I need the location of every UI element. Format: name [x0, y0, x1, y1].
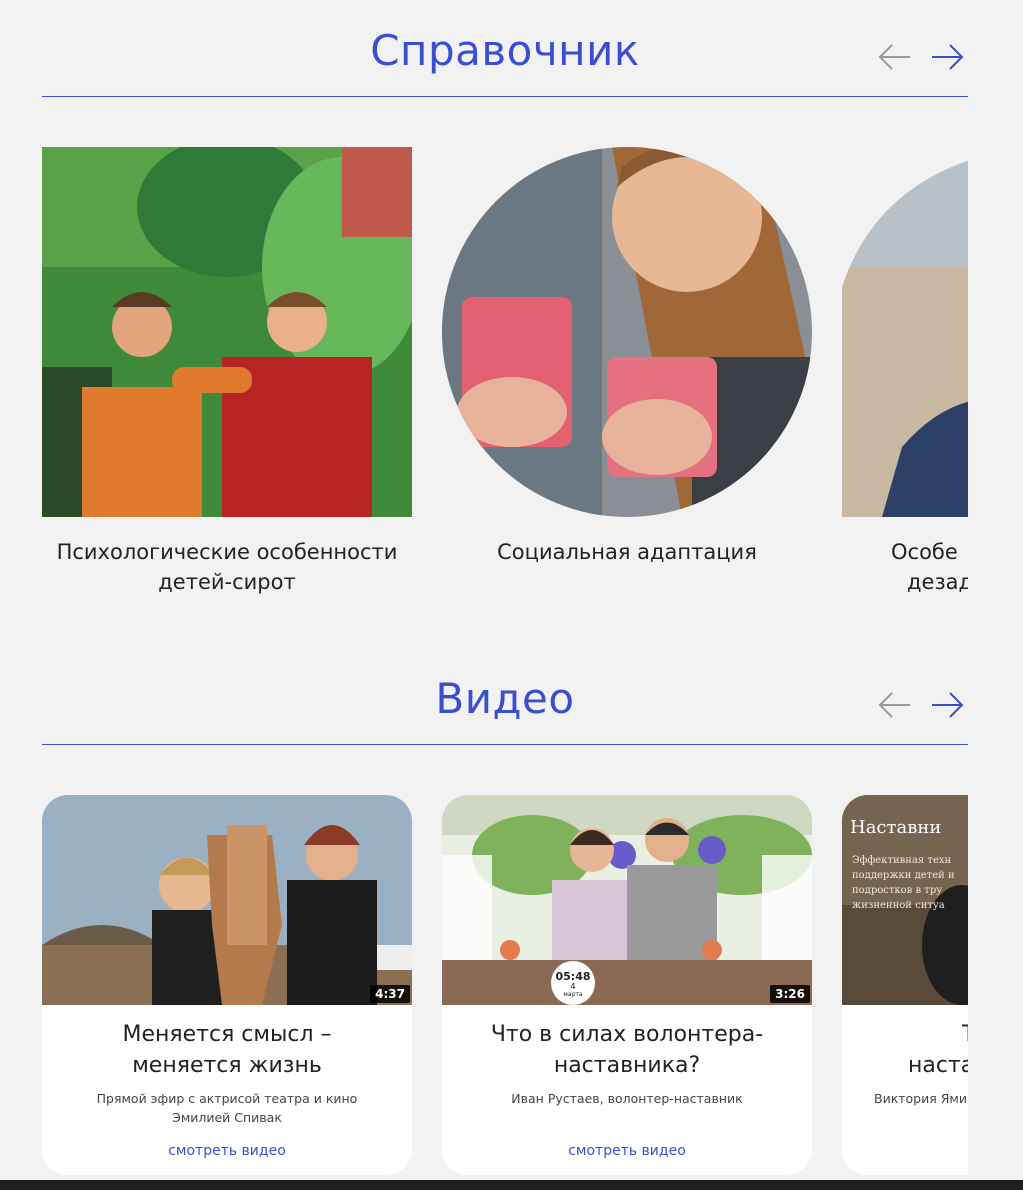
video-nav — [876, 690, 966, 720]
video-thumbnail[interactable]: 05:48 4 марта 3:26 — [442, 795, 812, 1005]
video-card-subtitle: Иван Рустаев, волонтер-наставник — [511, 1091, 743, 1106]
reference-section-header: Справочник — [42, 20, 968, 97]
reference-card[interactable]: Социальная адаптация — [442, 147, 812, 567]
reference-card[interactable]: Психологические особенности детей-сирот — [42, 147, 412, 597]
reference-card-caption: Социальная адаптация — [497, 540, 757, 564]
video-card-title: Т наста — [908, 1022, 968, 1078]
video-thumbnail[interactable]: 4:37 — [42, 795, 412, 1005]
video-duration-badge: 4:37 — [370, 985, 410, 1003]
tv-clock-date: 4 — [570, 982, 576, 991]
video-card-title: Меняется смысл – меняется жизнь — [122, 1022, 332, 1078]
reference-carousel: Психологические особенности детей-сирот — [42, 147, 968, 607]
video-thumb-title: Наставни — [850, 817, 942, 838]
video-duration-badge: 3:26 — [770, 985, 810, 1003]
reference-card-caption: детей-сирот — [158, 570, 296, 594]
video-section-header: Видео — [42, 668, 968, 745]
reference-prev-arrow-icon[interactable] — [876, 42, 912, 72]
reference-card-image — [42, 147, 412, 517]
video-card-subtitle: Прямой эфир с актрисой театра и кино Эми… — [96, 1091, 358, 1125]
reference-nav — [876, 42, 966, 72]
watch-video-link[interactable]: смотреть видео — [442, 1143, 812, 1159]
reference-card-image — [842, 147, 968, 517]
os-taskbar — [0, 1180, 1023, 1190]
reference-card-caption: Особе — [891, 540, 958, 564]
video-thumbnail[interactable]: Наставни Эффективная техн поддержки дете… — [842, 795, 968, 1005]
video-section-title: Видео — [435, 674, 575, 723]
video-next-arrow-icon[interactable] — [930, 690, 966, 720]
reference-card-caption: Психологические особенности — [56, 540, 398, 564]
video-card[interactable]: 4:37 Меняется смысл – меняется жизнь Пря… — [42, 795, 412, 1175]
tv-clock-overlay: 05:48 4 марта — [551, 971, 595, 998]
video-card-title: Что в силах волонтера-наставника? — [490, 1022, 764, 1078]
reference-next-arrow-icon[interactable] — [930, 42, 966, 72]
reference-card-caption: дезад — [907, 570, 968, 594]
video-card[interactable]: Наставни Эффективная техн поддержки дете… — [842, 795, 968, 1175]
video-thumb-text: Эффективная техн поддержки детей и подро… — [852, 855, 955, 911]
video-card-subtitle: Виктория Ями — [874, 1091, 967, 1106]
reference-card[interactable]: Особе дезад — [842, 147, 968, 597]
reference-section-title: Справочник — [370, 26, 640, 75]
tv-clock-month: марта — [563, 991, 583, 998]
tv-clock-time: 05:48 — [555, 970, 591, 983]
video-card[interactable]: 05:48 4 марта 3:26 Что в силах волонтера… — [442, 795, 812, 1175]
reference-card-image — [442, 147, 812, 517]
video-prev-arrow-icon[interactable] — [876, 690, 912, 720]
watch-video-link[interactable]: смотреть видео — [42, 1143, 412, 1159]
video-carousel: 4:37 Меняется смысл – меняется жизнь Пря… — [42, 795, 968, 1180]
